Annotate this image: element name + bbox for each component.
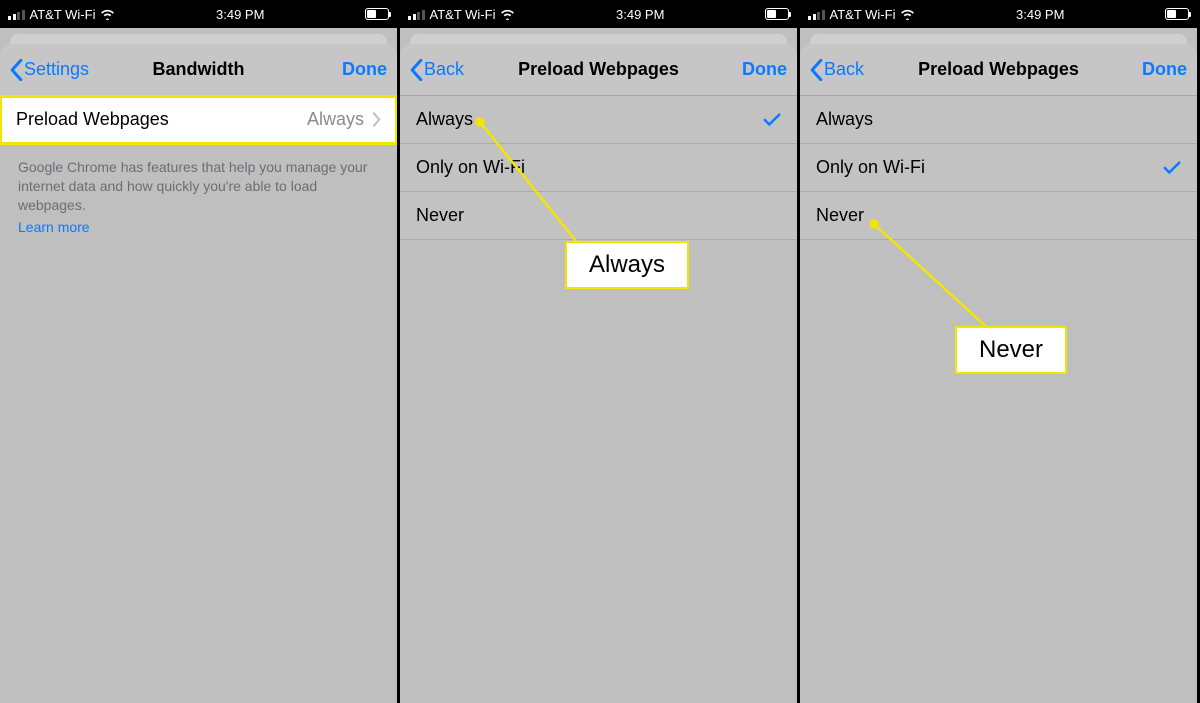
option-label: Never xyxy=(816,205,864,226)
status-left: AT&T Wi-Fi xyxy=(408,7,515,22)
status-left: AT&T Wi-Fi xyxy=(8,7,115,22)
signal-icon xyxy=(408,9,425,20)
sheet-behind-tab xyxy=(10,34,387,44)
chevron-left-icon xyxy=(10,59,23,81)
back-label: Back xyxy=(424,59,464,80)
option-only-wifi[interactable]: Only on Wi-Fi xyxy=(800,144,1197,192)
back-label: Back xyxy=(824,59,864,80)
option-label: Only on Wi-Fi xyxy=(416,157,525,178)
done-button[interactable]: Done xyxy=(697,59,787,80)
carrier-label: AT&T Wi-Fi xyxy=(830,7,896,22)
nav-title: Preload Webpages xyxy=(500,59,697,80)
nav-bar: Settings Bandwidth Done xyxy=(0,44,397,96)
option-label: Only on Wi-Fi xyxy=(816,157,925,178)
status-bar: AT&T Wi-Fi 3:49 PM xyxy=(0,0,397,28)
option-always[interactable]: Always xyxy=(400,96,797,144)
clock-label: 3:49 PM xyxy=(616,7,664,22)
checkmark-icon xyxy=(763,112,781,128)
back-button[interactable]: Back xyxy=(810,59,900,81)
nav-title: Bandwidth xyxy=(100,59,297,80)
carrier-label: AT&T Wi-Fi xyxy=(30,7,96,22)
nav-bar: Back Preload Webpages Done xyxy=(400,44,797,96)
option-never[interactable]: Never xyxy=(800,192,1197,240)
settings-list: Preload Webpages Always xyxy=(0,96,397,144)
option-always[interactable]: Always xyxy=(800,96,1197,144)
status-bar: AT&T Wi-Fi 3:49 PM xyxy=(800,0,1197,28)
settings-sheet: Back Preload Webpages Done Always Only o… xyxy=(800,44,1197,703)
chevron-left-icon xyxy=(410,59,423,81)
learn-more-link[interactable]: Learn more xyxy=(0,217,397,237)
done-button[interactable]: Done xyxy=(1097,59,1187,80)
nav-bar: Back Preload Webpages Done xyxy=(800,44,1197,96)
phone-screen-1: AT&T Wi-Fi 3:49 PM Settings Bandwidth Do… xyxy=(0,0,400,703)
settings-sheet: Settings Bandwidth Done Preload Webpages… xyxy=(0,44,397,703)
preload-webpages-row[interactable]: Preload Webpages Always xyxy=(0,96,397,144)
back-button[interactable]: Back xyxy=(410,59,500,81)
wifi-icon xyxy=(900,8,915,20)
option-only-wifi[interactable]: Only on Wi-Fi xyxy=(400,144,797,192)
chevron-right-icon xyxy=(372,112,381,127)
phone-screen-3: AT&T Wi-Fi 3:49 PM Back Preload Webpages… xyxy=(800,0,1200,703)
signal-icon xyxy=(8,9,25,20)
chevron-left-icon xyxy=(810,59,823,81)
option-label: Never xyxy=(416,205,464,226)
status-bar: AT&T Wi-Fi 3:49 PM xyxy=(400,0,797,28)
annotation-callout: Never xyxy=(955,326,1067,374)
options-list: Always Only on Wi-Fi Never xyxy=(800,96,1197,240)
phone-screen-2: AT&T Wi-Fi 3:49 PM Back Preload Webpages… xyxy=(400,0,800,703)
battery-icon xyxy=(765,8,789,20)
settings-sheet: Back Preload Webpages Done Always Only o… xyxy=(400,44,797,703)
sheet-behind-tab xyxy=(810,34,1187,44)
carrier-label: AT&T Wi-Fi xyxy=(430,7,496,22)
option-label: Always xyxy=(816,109,873,130)
status-right xyxy=(365,8,389,20)
battery-icon xyxy=(365,8,389,20)
status-left: AT&T Wi-Fi xyxy=(808,7,915,22)
signal-icon xyxy=(808,9,825,20)
option-never[interactable]: Never xyxy=(400,192,797,240)
wifi-icon xyxy=(100,8,115,20)
wifi-icon xyxy=(500,8,515,20)
row-label: Preload Webpages xyxy=(16,109,169,130)
done-button[interactable]: Done xyxy=(297,59,387,80)
clock-label: 3:49 PM xyxy=(1016,7,1064,22)
nav-title: Preload Webpages xyxy=(900,59,1097,80)
option-label: Always xyxy=(416,109,473,130)
row-value: Always xyxy=(307,109,381,130)
footer-text: Google Chrome has features that help you… xyxy=(0,144,397,217)
status-right xyxy=(1165,8,1189,20)
options-list: Always Only on Wi-Fi Never xyxy=(400,96,797,240)
status-right xyxy=(765,8,789,20)
sheet-behind-tab xyxy=(410,34,787,44)
back-button[interactable]: Settings xyxy=(10,59,100,81)
clock-label: 3:49 PM xyxy=(216,7,264,22)
checkmark-icon xyxy=(1163,160,1181,176)
back-label: Settings xyxy=(24,59,89,80)
battery-icon xyxy=(1165,8,1189,20)
annotation-callout: Always xyxy=(565,241,689,289)
